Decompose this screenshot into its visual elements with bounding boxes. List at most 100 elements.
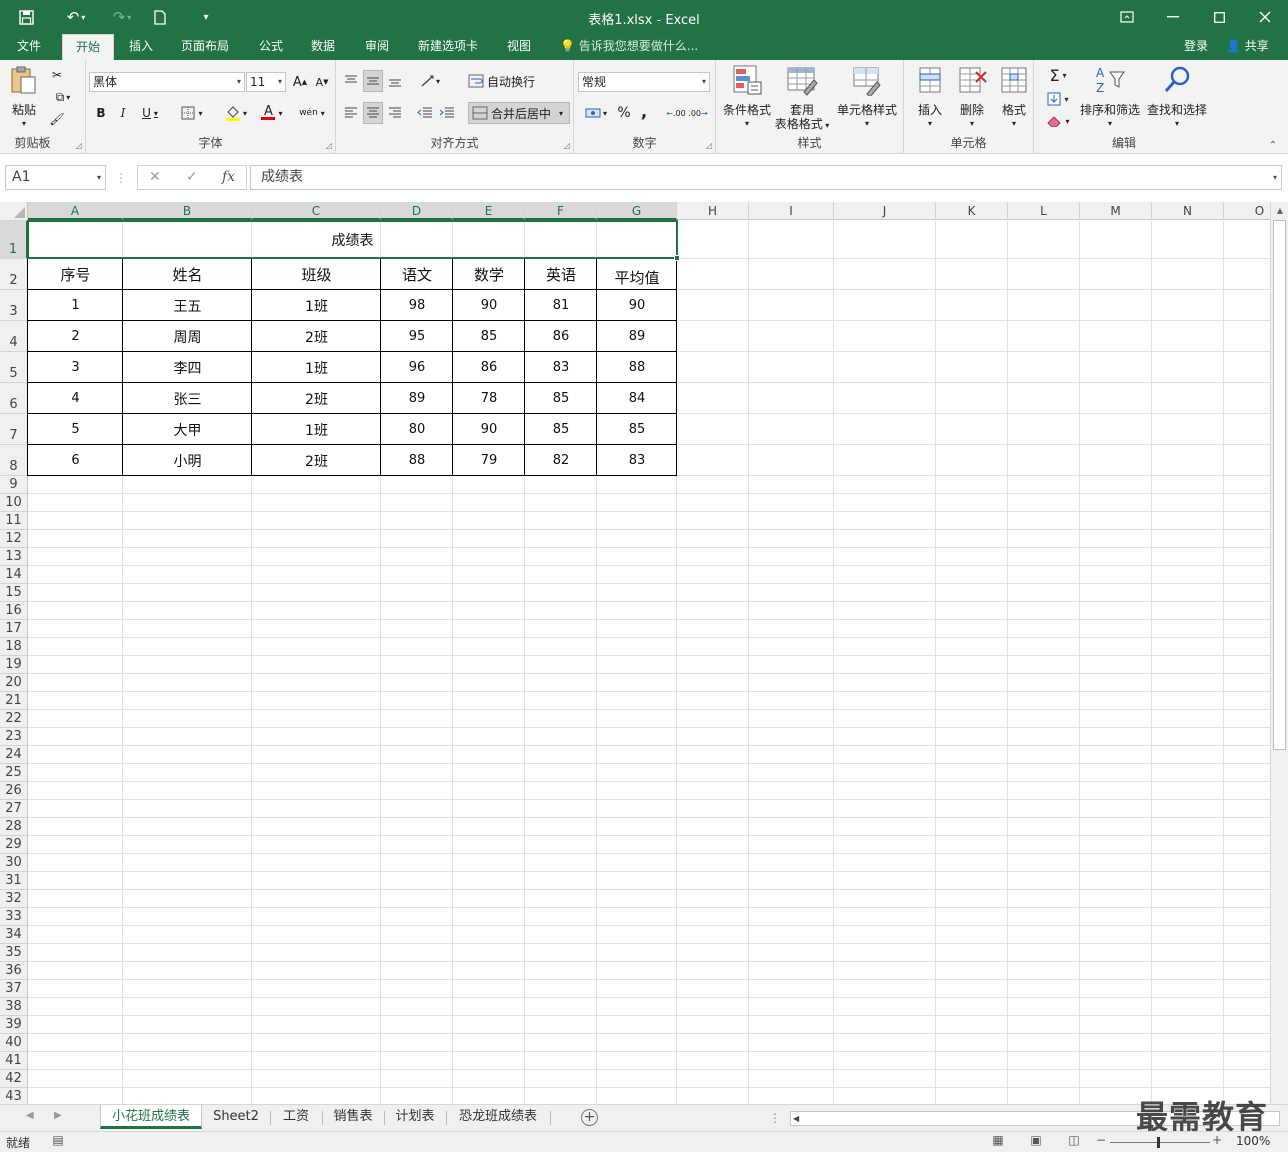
collapse-ribbon-icon[interactable]: ⌃ — [1266, 138, 1280, 152]
table-header-cell[interactable]: 姓名 — [123, 259, 252, 290]
copy-icon[interactable]: ⧉ ▾ — [48, 88, 78, 106]
column-header-j[interactable]: J — [834, 202, 936, 220]
table-data-cell[interactable]: 98 — [381, 290, 453, 321]
row-header-40[interactable]: 40 — [0, 1034, 28, 1052]
font-launcher-icon[interactable]: ◿ — [326, 141, 332, 150]
bold-button[interactable]: B — [92, 102, 110, 124]
merge-center-button[interactable]: 合并后居中 ▾ — [468, 102, 570, 124]
row-header-1[interactable]: 1 — [0, 221, 28, 259]
row-header-23[interactable]: 23 — [0, 728, 28, 746]
autosum-icon[interactable]: Σ ▾ — [1042, 64, 1074, 86]
row-header-28[interactable]: 28 — [0, 818, 28, 836]
row-header-7[interactable]: 7 — [0, 414, 28, 445]
column-header-n[interactable]: N — [1152, 202, 1224, 220]
zoom-slider-thumb[interactable] — [1157, 1137, 1160, 1148]
insert-cells-button[interactable]: 插入 ▾ — [910, 64, 950, 131]
tab-insert[interactable]: 插入 — [120, 34, 162, 60]
column-header-i[interactable]: I — [749, 202, 834, 220]
row-header-29[interactable]: 29 — [0, 836, 28, 854]
maximize-icon[interactable] — [1196, 0, 1242, 34]
tab-home[interactable]: 开始 — [62, 34, 114, 60]
table-data-cell[interactable]: 大甲 — [123, 414, 252, 445]
row-header-38[interactable]: 38 — [0, 998, 28, 1016]
row-header-25[interactable]: 25 — [0, 764, 28, 782]
zoom-in-icon[interactable]: + — [1208, 1133, 1226, 1151]
italic-button[interactable]: I — [114, 102, 132, 124]
align-middle-icon[interactable] — [363, 70, 383, 92]
number-format-select[interactable]: 常规 ▾ — [578, 72, 710, 92]
sheet-tab-wages[interactable]: 工资 — [274, 1105, 318, 1129]
table-header-cell[interactable]: 语文 — [381, 259, 453, 290]
row-header-19[interactable]: 19 — [0, 656, 28, 674]
scroll-left-icon[interactable]: ◀ — [793, 1112, 799, 1125]
row-header-24[interactable]: 24 — [0, 746, 28, 764]
row-header-41[interactable]: 41 — [0, 1052, 28, 1070]
percent-button[interactable]: % — [614, 102, 634, 124]
table-data-cell[interactable]: 王五 — [123, 290, 252, 321]
tab-page-layout[interactable]: 页面布局 — [172, 34, 238, 60]
tab-new-tab[interactable]: 新建选项卡 — [408, 34, 488, 60]
row-header-8[interactable]: 8 — [0, 445, 28, 476]
underline-button[interactable]: U ▾ — [136, 102, 164, 124]
fill-color-button[interactable]: ▾ — [220, 102, 252, 124]
tab-data[interactable]: 数据 — [302, 34, 344, 60]
fill-icon[interactable]: ▾ — [1042, 88, 1074, 110]
sheet-tab-konglong[interactable]: 恐龙班成绩表 — [450, 1105, 546, 1129]
vertical-scrollbar[interactable]: ▲ — [1270, 202, 1288, 1104]
row-header-33[interactable]: 33 — [0, 908, 28, 926]
wrap-text-button[interactable]: 自动换行 — [468, 70, 542, 92]
table-header-cell[interactable]: 英语 — [525, 259, 597, 290]
tell-me-box[interactable]: 💡 告诉我您想要做什么... — [560, 34, 698, 58]
clear-eraser-icon[interactable]: ▾ — [1042, 110, 1074, 132]
enter-entry-icon[interactable]: ✓ — [186, 169, 198, 185]
macro-record-icon[interactable]: ▤ — [44, 1133, 72, 1151]
borders-button[interactable]: ▾ — [176, 102, 208, 124]
conditional-format-button[interactable]: 条件格式 ▾ — [718, 64, 776, 131]
phonetic-button[interactable]: wén ▾ — [296, 102, 328, 124]
column-header-b[interactable]: B — [123, 202, 252, 220]
format-as-table-button[interactable]: 套用 表格格式 ▾ — [772, 64, 832, 133]
table-data-cell[interactable]: 3 — [28, 352, 123, 383]
table-data-cell[interactable]: 78 — [453, 383, 525, 414]
font-color-button[interactable]: A ▾ — [256, 102, 288, 124]
row-header-4[interactable]: 4 — [0, 321, 28, 352]
paste-button[interactable]: 粘贴 ▾ — [6, 64, 42, 131]
row-header-32[interactable]: 32 — [0, 890, 28, 908]
increase-decimal-button[interactable]: ← .00 — [666, 102, 686, 124]
table-data-cell[interactable]: 81 — [525, 290, 597, 321]
share-button[interactable]: 👤 共享 — [1226, 34, 1269, 58]
table-data-cell[interactable]: 90 — [453, 290, 525, 321]
font-size-select[interactable]: 11 ▾ — [246, 72, 286, 92]
column-header-c[interactable]: C — [252, 202, 381, 220]
table-data-cell[interactable]: 85 — [453, 321, 525, 352]
table-data-cell[interactable]: 小明 — [123, 445, 252, 476]
table-data-cell[interactable]: 2班 — [252, 445, 381, 476]
table-data-cell[interactable]: 90 — [453, 414, 525, 445]
table-header-cell[interactable]: 班级 — [252, 259, 381, 290]
alignment-launcher-icon[interactable]: ◿ — [564, 141, 570, 150]
accounting-format-button[interactable]: ▾ — [580, 102, 612, 124]
number-launcher-icon[interactable]: ◿ — [706, 141, 712, 150]
row-header-43[interactable]: 43 — [0, 1088, 28, 1104]
select-all-corner[interactable] — [0, 202, 28, 221]
zoom-slider[interactable] — [1110, 1142, 1210, 1143]
sort-filter-button[interactable]: AZ 排序和筛选 ▾ — [1078, 64, 1142, 131]
decrease-decimal-button[interactable]: .00 → — [688, 102, 708, 124]
row-header-18[interactable]: 18 — [0, 638, 28, 656]
clipboard-launcher-icon[interactable]: ◿ — [76, 141, 82, 150]
row-header-35[interactable]: 35 — [0, 944, 28, 962]
comma-button[interactable]: , — [636, 100, 652, 122]
row-header-26[interactable]: 26 — [0, 782, 28, 800]
table-data-cell[interactable]: 84 — [597, 383, 677, 414]
close-icon[interactable] — [1242, 0, 1288, 34]
formula-input[interactable]: 成绩表 ▾ — [250, 165, 1282, 190]
table-data-cell[interactable]: 83 — [597, 445, 677, 476]
column-header-g[interactable]: G — [597, 202, 677, 220]
table-data-cell[interactable]: 2班 — [252, 321, 381, 352]
row-header-9[interactable]: 9 — [0, 476, 28, 494]
column-header-k[interactable]: K — [936, 202, 1008, 220]
worksheet-grid[interactable]: ABCDEFGHIJKLMNO 1 2 3 4 5 6 7 8 9 10 11 12 13 14 15 16 1… — [0, 202, 1270, 1104]
row-header-13[interactable]: 13 — [0, 548, 28, 566]
table-data-cell[interactable]: 83 — [525, 352, 597, 383]
table-data-cell[interactable]: 周周 — [123, 321, 252, 352]
